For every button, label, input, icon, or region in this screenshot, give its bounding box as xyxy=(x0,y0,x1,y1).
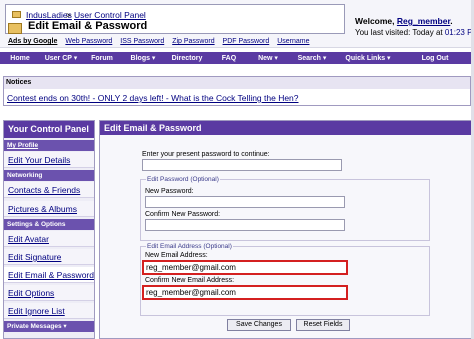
nav-faq[interactable]: FAQ xyxy=(210,55,248,62)
nav-search[interactable]: Search ▾ xyxy=(288,54,336,62)
nav-new[interactable]: New ▾ xyxy=(248,54,288,62)
nav-quick-links[interactable]: Quick Links ▾ xyxy=(336,54,400,62)
new-email-input[interactable] xyxy=(142,260,348,275)
nav-directory[interactable]: Directory xyxy=(164,55,210,62)
breadcrumb-box: IndusLadies > User Control Panel Edit Em… xyxy=(5,4,345,34)
confirm-email-label: Confirm New Email Address: xyxy=(145,277,235,284)
folder-icon xyxy=(12,11,21,18)
edit-email-password-panel: Edit Email & Password Enter your present… xyxy=(99,120,472,339)
open-folder-icon xyxy=(8,23,22,34)
password-legend: Edit Password (Optional) xyxy=(146,176,220,183)
nav-user-cp[interactable]: User CP ▾ xyxy=(40,54,82,62)
nav-log-out[interactable]: Log Out xyxy=(400,55,470,62)
panel-title: Edit Email & Password xyxy=(100,121,471,135)
last-visited-text: You last visited: Today at 01:23 PM xyxy=(355,28,474,37)
confirm-email-input[interactable] xyxy=(142,285,348,300)
email-legend: Edit Email Address (Optional) xyxy=(146,243,233,250)
welcome-prefix: Welcome, xyxy=(355,16,395,26)
breadcrumb-usercp-link[interactable]: User Control Panel xyxy=(74,10,146,20)
current-password-input[interactable] xyxy=(142,159,342,171)
new-password-label: New Password: xyxy=(145,188,194,195)
ad-link-web-password[interactable]: Web Password xyxy=(65,38,112,45)
reset-fields-button[interactable]: Reset Fields xyxy=(296,319,350,331)
nav-home[interactable]: Home xyxy=(0,55,40,62)
breadcrumb-home-link[interactable]: IndusLadies xyxy=(26,10,72,20)
ad-link-zip-password[interactable]: Zip Password xyxy=(172,38,214,45)
save-changes-button[interactable]: Save Changes xyxy=(227,319,291,331)
sidebar-item-contacts[interactable]: Contacts & Friends xyxy=(4,182,94,198)
welcome-text: Welcome, Reg_member. xyxy=(355,16,453,26)
ad-link-pdf-password[interactable]: PDF Password xyxy=(223,38,270,45)
last-visited-time: 01:23 PM xyxy=(444,28,474,37)
sidebar-section-settings: Settings & Options xyxy=(4,219,94,230)
sidebar-item-edit-ignore-list[interactable]: Edit Ignore List xyxy=(4,303,94,319)
sidebar-section-private-messages[interactable]: Private Messages ▾ xyxy=(4,321,94,332)
sidebar-item-edit-details[interactable]: Edit Your Details xyxy=(4,152,94,168)
nav-forum[interactable]: Forum xyxy=(82,55,122,62)
breadcrumb-separator: > xyxy=(66,10,71,20)
ads-by-google-label[interactable]: Ads by Google xyxy=(8,38,57,45)
notices-title: Notices xyxy=(4,77,470,89)
confirm-password-label: Confirm New Password: xyxy=(145,211,221,218)
sidebar-item-edit-options[interactable]: Edit Options xyxy=(4,285,94,301)
notices-box: Notices Contest ends on 30th! - ONLY 2 d… xyxy=(3,76,471,106)
sidebar-title: Your Control Panel xyxy=(4,121,94,138)
ad-link-iss-password[interactable]: ISS Password xyxy=(120,38,164,45)
confirm-password-input[interactable] xyxy=(145,219,345,231)
welcome-suffix: . xyxy=(450,16,453,26)
sidebar-item-edit-email-password[interactable]: Edit Email & Password xyxy=(4,267,94,283)
ad-link-username[interactable]: Username xyxy=(277,38,309,45)
sidebar-section-my-profile[interactable]: My Profile xyxy=(4,140,94,151)
control-panel-sidebar: Your Control Panel My Profile Edit Your … xyxy=(3,120,95,339)
current-password-label: Enter your present password to continue: xyxy=(142,151,270,158)
sidebar-section-networking: Networking xyxy=(4,170,94,181)
last-visited-prefix: You last visited: Today at xyxy=(355,28,443,37)
new-email-label: New Email Address: xyxy=(145,252,208,259)
new-password-input[interactable] xyxy=(145,196,345,208)
page-header: IndusLadies > User Control Panel Edit Em… xyxy=(0,0,474,48)
sidebar-item-edit-signature[interactable]: Edit Signature xyxy=(4,249,94,265)
sidebar-item-edit-avatar[interactable]: Edit Avatar xyxy=(4,231,94,247)
main-navbar: Home User CP ▾ Forum Blogs ▾ Directory F… xyxy=(0,52,474,64)
username-link[interactable]: Reg_member xyxy=(397,16,450,26)
nav-blogs[interactable]: Blogs ▾ xyxy=(122,54,164,62)
notice-contest-link[interactable]: Contest ends on 30th! - ONLY 2 days left… xyxy=(7,93,299,103)
ads-bar: Ads by Google Web Password ISS Password … xyxy=(8,38,315,45)
sidebar-item-pictures[interactable]: Pictures & Albums xyxy=(4,201,94,217)
page-title: Edit Email & Password xyxy=(28,20,148,32)
